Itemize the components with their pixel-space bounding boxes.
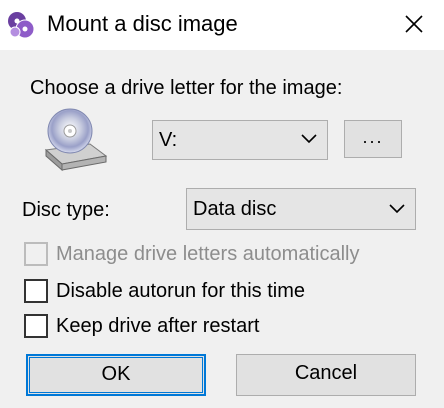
- disable-autorun-label[interactable]: Disable autorun for this time: [56, 278, 305, 304]
- keep-drive-option[interactable]: Keep drive after restart: [24, 313, 304, 341]
- ok-button-label: OK: [101, 363, 131, 385]
- ok-button[interactable]: OK: [26, 354, 206, 396]
- cancel-button-label: Cancel: [294, 362, 358, 384]
- drive-letter-value: V:: [159, 129, 178, 151]
- disc-type-select[interactable]: Data disc: [186, 188, 416, 230]
- drive-letter-label: Choose a drive letter for the image:: [30, 77, 343, 99]
- chevron-down-icon: [389, 204, 405, 214]
- manage-letters-checkbox: [24, 242, 48, 266]
- title-bar: Mount a disc image: [0, 0, 444, 50]
- chevron-down-icon: [301, 134, 317, 144]
- keep-drive-checkbox[interactable]: [24, 314, 48, 338]
- close-button[interactable]: [392, 6, 436, 42]
- browse-button[interactable]: ...: [344, 120, 402, 158]
- disc-type-label: Disc type:: [22, 199, 110, 221]
- close-icon: [405, 15, 423, 33]
- cancel-button[interactable]: Cancel: [236, 354, 416, 396]
- disc-stack-icon: [8, 12, 35, 39]
- disable-autorun-option[interactable]: Disable autorun for this time: [24, 278, 344, 306]
- drive-letter-select[interactable]: V:: [152, 120, 328, 160]
- disable-autorun-checkbox[interactable]: [24, 279, 48, 303]
- keep-drive-label[interactable]: Keep drive after restart: [56, 313, 259, 339]
- manage-letters-option: Manage drive letters automatically: [24, 241, 404, 269]
- manage-letters-label: Manage drive letters automatically: [56, 243, 360, 265]
- disc-type-value: Data disc: [193, 198, 277, 220]
- window-title: Mount a disc image: [47, 11, 238, 36]
- cd-drive-icon: [44, 108, 108, 172]
